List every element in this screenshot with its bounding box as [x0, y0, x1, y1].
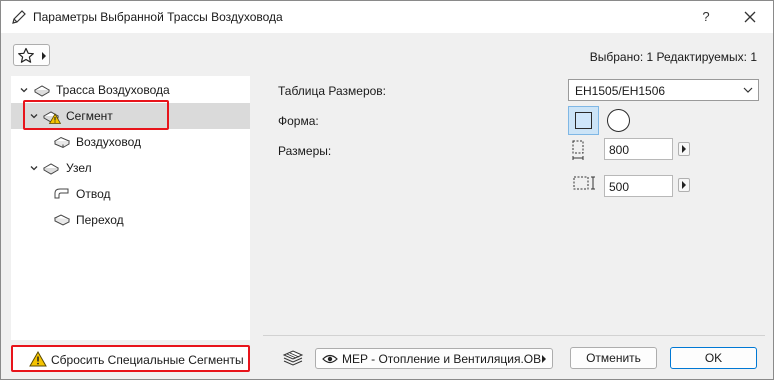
width-dimension-icon: [572, 140, 584, 160]
rectangle-shape-icon: [575, 112, 592, 129]
tree-item-elbow[interactable]: Отвод: [11, 181, 250, 207]
segment-highlight: [23, 100, 169, 130]
tree-item-label: Узел: [66, 161, 92, 175]
circle-shape-icon: [607, 109, 630, 132]
model-view-label: MEP - Отопление и Вентиляция.OB: [342, 352, 542, 366]
transition-icon: [53, 214, 71, 226]
width-value: 800: [609, 143, 630, 157]
tree-item-transition[interactable]: Переход: [11, 207, 250, 233]
chevron-down-icon[interactable]: [20, 86, 28, 94]
tree-item-label: Воздуховод: [76, 135, 141, 149]
model-view-options-button[interactable]: MEP - Отопление и Вентиляция.OB: [315, 348, 553, 369]
reset-button-label: Сбросить Специальные Сегменты: [51, 353, 244, 367]
tree-item-node[interactable]: Узел: [11, 155, 250, 181]
height-stepper[interactable]: [678, 178, 690, 192]
tree-item-label: Отвод: [76, 187, 111, 201]
pencil-app-icon: [12, 10, 26, 24]
shape-label: Форма:: [278, 114, 319, 128]
duct-route-icon: [33, 85, 51, 97]
window-title: Параметры Выбранной Трассы Воздуховода: [33, 10, 283, 24]
close-icon[interactable]: [738, 5, 762, 29]
elbow-icon: [54, 188, 69, 199]
dimensions-label: Размеры:: [278, 144, 332, 158]
tree-item-duct[interactable]: Воздуховод: [11, 129, 250, 155]
eye-icon: [322, 354, 338, 364]
reset-special-segments-button[interactable]: Сбросить Специальные Сегменты: [11, 345, 250, 372]
shape-rectangle-button[interactable]: [568, 106, 599, 135]
chevron-down-icon: [743, 87, 753, 93]
help-button[interactable]: ?: [694, 5, 718, 29]
star-icon: [18, 47, 34, 63]
duct-icon: [53, 136, 71, 149]
favorites-button[interactable]: [13, 44, 50, 66]
tree-item-label: Переход: [76, 213, 124, 227]
height-value: 500: [609, 180, 630, 194]
height-dimension-icon: [573, 176, 595, 190]
ok-button[interactable]: OK: [670, 347, 757, 369]
caret-right-icon: [682, 145, 686, 153]
size-table-value: EH1505/EH1506: [575, 84, 666, 98]
caret-right-icon: [542, 355, 546, 363]
dialog-window: Параметры Выбранной Трассы Воздуховода ?…: [0, 0, 774, 380]
layers-icon[interactable]: [282, 349, 304, 367]
width-input[interactable]: 800: [604, 138, 673, 160]
shape-circle-button[interactable]: [605, 107, 633, 135]
chevron-down-icon[interactable]: [30, 164, 38, 172]
warning-icon: [29, 351, 47, 367]
caret-right-icon: [682, 181, 686, 189]
selection-count: Выбрано: 1 Редактируемых: 1: [589, 50, 757, 64]
height-input[interactable]: 500: [604, 175, 673, 197]
title-bar: Параметры Выбранной Трассы Воздуховода ?: [1, 1, 773, 33]
footer-divider: [263, 335, 765, 336]
node-icon: [43, 163, 60, 175]
size-table-label: Таблица Размеров:: [278, 84, 387, 98]
size-table-select[interactable]: EH1505/EH1506: [568, 79, 759, 101]
caret-right-icon: [42, 52, 46, 60]
cancel-button[interactable]: Отменить: [570, 347, 657, 369]
width-stepper[interactable]: [678, 142, 690, 156]
tree-item-label: Трасса Воздуховода: [56, 83, 170, 97]
